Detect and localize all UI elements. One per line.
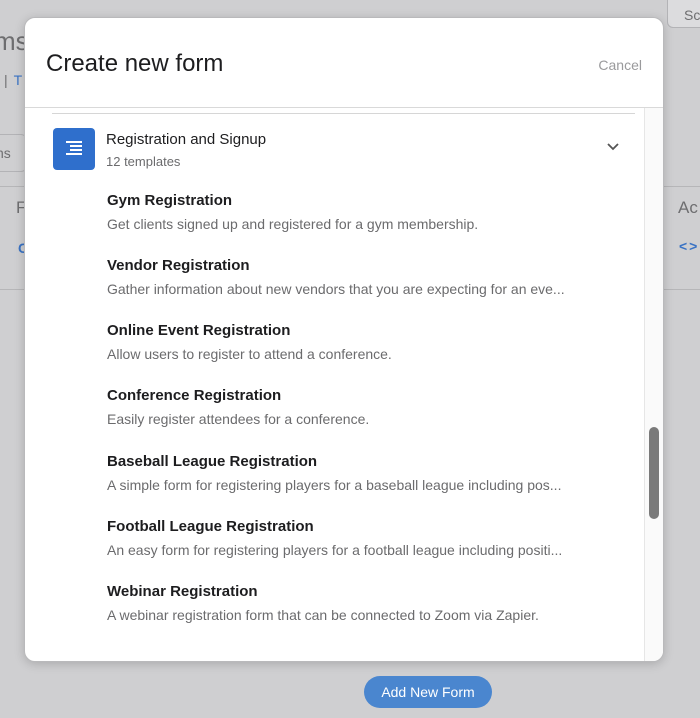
cancel-button[interactable]: Cancel [598, 57, 642, 73]
category-registration-signup[interactable]: Registration and Signup 12 templates [53, 128, 623, 172]
template-title: Online Event Registration [107, 322, 291, 339]
template-description: Get clients signed up and registered for… [107, 216, 479, 232]
modal-header: Create new form Cancel [25, 18, 663, 108]
add-new-form-button[interactable]: Add New Form [364, 676, 492, 708]
divider [662, 186, 700, 187]
breadcrumb-separator: | [4, 72, 8, 88]
top-right-button[interactable]: Sc [667, 0, 700, 28]
template-description: An easy form for registering players for… [107, 542, 563, 558]
template-title: Webinar Registration [107, 583, 258, 600]
chevron-down-icon[interactable] [606, 142, 620, 152]
template-item[interactable]: Webinar Registration A webinar registrat… [107, 583, 607, 623]
template-description: Easily register attendees for a conferen… [107, 411, 370, 427]
template-description: Allow users to register to attend a conf… [107, 346, 392, 362]
template-item[interactable]: Football League Registration An easy for… [107, 518, 607, 558]
divider [662, 289, 700, 290]
scrollbar-track[interactable] [644, 108, 663, 661]
category-title: Registration and Signup [106, 131, 267, 148]
template-item[interactable]: Conference Registration Easily register … [107, 387, 607, 427]
embed-code-icon[interactable]: <> [679, 238, 699, 254]
template-item[interactable]: Vendor Registration Gather information a… [107, 257, 607, 297]
template-title: Gym Registration [107, 192, 233, 209]
template-description: A simple form for registering players fo… [107, 477, 562, 493]
column-header-actions: Ac [678, 198, 698, 217]
template-description: A webinar registration form that can be … [107, 607, 539, 623]
template-title: Baseball League Registration [107, 453, 318, 470]
scrollbar-thumb[interactable] [649, 427, 659, 519]
template-item[interactable]: Gym Registration Get clients signed up a… [107, 192, 607, 232]
create-form-modal: Create new form Cancel Registration and … [24, 17, 664, 662]
category-count: 12 templates [106, 154, 181, 169]
template-title: Vendor Registration [107, 257, 250, 274]
template-title: Conference Registration [107, 387, 282, 404]
template-title: Football League Registration [107, 518, 314, 535]
filter-tab[interactable]: ns [0, 134, 27, 172]
form-list-icon [53, 128, 95, 170]
breadcrumb-link[interactable]: T [14, 72, 23, 88]
divider [52, 113, 635, 114]
divider [0, 289, 24, 290]
divider [0, 186, 24, 187]
breadcrumb: | T [4, 72, 22, 88]
modal-title: Create new form [46, 50, 224, 77]
template-description: Gather information about new vendors tha… [107, 281, 565, 297]
template-item[interactable]: Baseball League Registration A simple fo… [107, 453, 607, 493]
template-item[interactable]: Online Event Registration Allow users to… [107, 322, 607, 362]
